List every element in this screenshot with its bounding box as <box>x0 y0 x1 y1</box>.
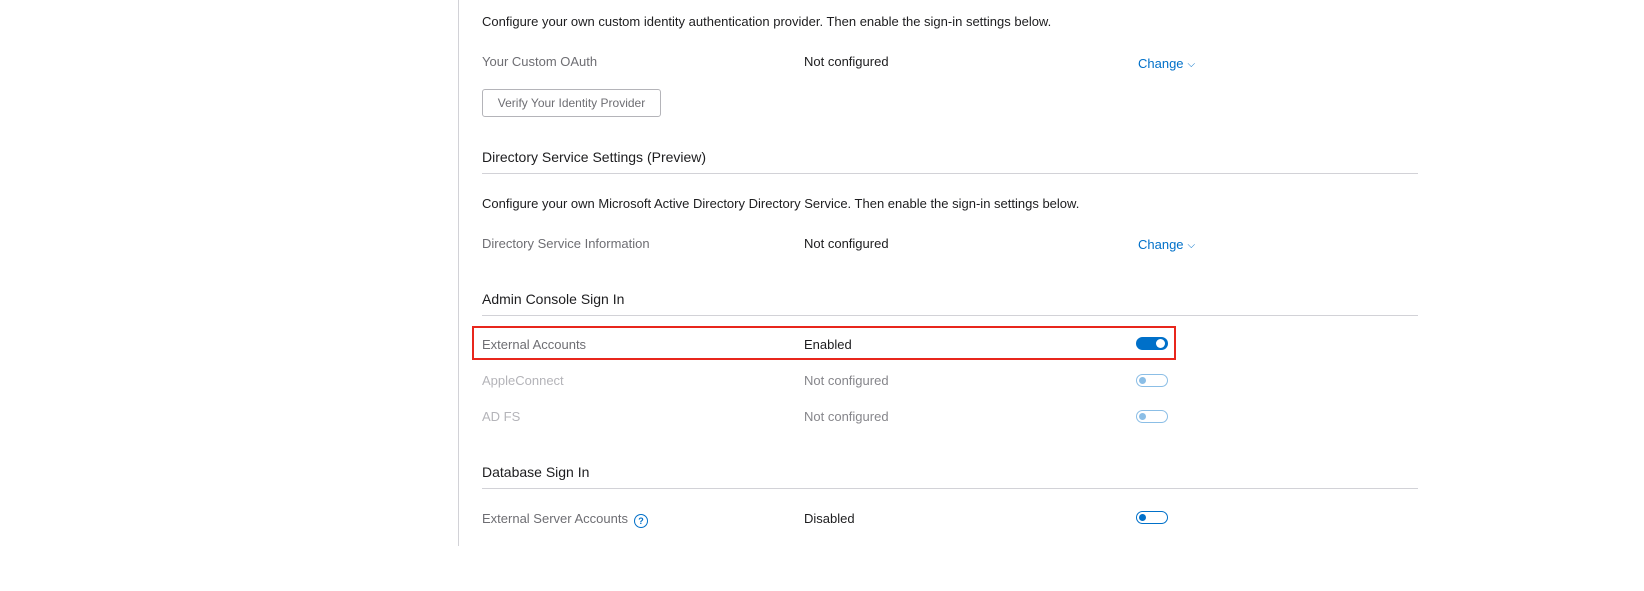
directory-service-change-link[interactable]: Change ⌵ <box>1138 237 1195 252</box>
directory-service-description: Configure your own Microsoft Active Dire… <box>482 196 1080 211</box>
custom-oauth-change-link[interactable]: Change ⌵ <box>1138 56 1195 71</box>
directory-service-value: Not configured <box>804 236 889 251</box>
appleconnect-value: Not configured <box>804 373 889 388</box>
adfs-value: Not configured <box>804 409 889 424</box>
database-sign-in-title: Database Sign In <box>482 464 590 480</box>
external-server-accounts-value: Disabled <box>804 511 855 526</box>
external-server-accounts-label: External Server Accounts? <box>482 511 648 528</box>
appleconnect-label: AppleConnect <box>482 373 564 388</box>
section-divider <box>482 173 1418 174</box>
custom-oauth-description: Configure your own custom identity authe… <box>482 14 1052 29</box>
adfs-label: AD FS <box>482 409 521 424</box>
directory-service-title: Directory Service Settings (Preview) <box>482 149 707 165</box>
custom-oauth-value: Not configured <box>804 54 889 69</box>
chevron-down-icon: ⌵ <box>1187 240 1196 251</box>
admin-console-sign-in-title: Admin Console Sign In <box>482 291 625 307</box>
adfs-toggle <box>1136 410 1168 423</box>
directory-service-label: Directory Service Information <box>482 236 650 251</box>
section-divider <box>482 488 1418 489</box>
left-divider <box>458 0 459 546</box>
appleconnect-toggle <box>1136 374 1168 387</box>
external-server-accounts-text: External Server Accounts <box>482 511 628 526</box>
external-server-accounts-toggle[interactable] <box>1136 511 1168 524</box>
help-icon[interactable]: ? <box>633 514 648 528</box>
highlight-box <box>472 326 1176 360</box>
chevron-down-icon: ⌵ <box>1187 59 1196 70</box>
change-label: Change <box>1138 56 1184 71</box>
change-label: Change <box>1138 237 1184 252</box>
custom-oauth-label: Your Custom OAuth <box>482 54 598 69</box>
section-divider <box>482 315 1418 316</box>
verify-identity-provider-button[interactable]: Verify Your Identity Provider <box>482 89 661 117</box>
settings-page: Configure your own custom identity authe… <box>0 0 1644 591</box>
